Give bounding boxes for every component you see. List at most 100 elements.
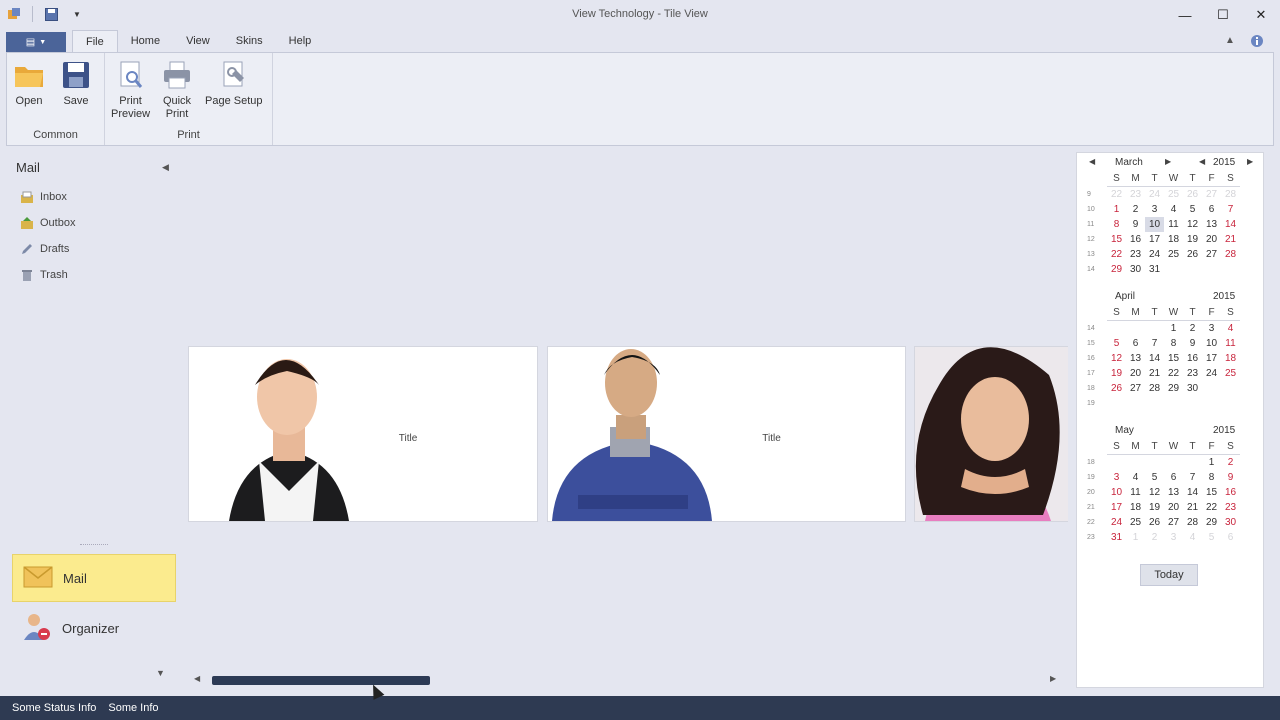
open-button[interactable]: Open (13, 59, 45, 108)
calendar-day[interactable]: 19 (1107, 366, 1126, 381)
collapse-ribbon-icon[interactable]: ▲ (1225, 35, 1235, 46)
calendar-day[interactable]: 13 (1202, 217, 1221, 232)
calendar-day[interactable]: 16 (1221, 485, 1240, 500)
calendar-day[interactable]: 14 (1221, 217, 1240, 232)
calendar-day[interactable]: 29 (1164, 381, 1183, 396)
calendar-day[interactable]: 26 (1183, 247, 1202, 262)
collapse-nav-icon[interactable]: ◀ (162, 162, 169, 173)
calendar-day[interactable]: 26 (1107, 381, 1126, 396)
calendar-day[interactable]: 30 (1183, 381, 1202, 396)
calendar-day[interactable]: 10 (1145, 217, 1164, 232)
calendar-day[interactable]: 21 (1145, 366, 1164, 381)
calendar-day[interactable]: 28 (1145, 381, 1164, 396)
calendar-day[interactable]: 3 (1202, 321, 1221, 336)
calendar-day[interactable]: 6 (1221, 530, 1240, 545)
calendar-day[interactable]: 15 (1202, 485, 1221, 500)
tab-help[interactable]: Help (276, 30, 325, 52)
scroll-left-icon[interactable]: ◀ (194, 674, 200, 683)
calendar-day[interactable]: 27 (1202, 247, 1221, 262)
calendar-day[interactable]: 22 (1107, 187, 1126, 202)
calendar-day[interactable]: 24 (1145, 247, 1164, 262)
tab-home[interactable]: Home (118, 30, 173, 52)
scrollbar-thumb[interactable] (212, 676, 430, 685)
calendar-day[interactable]: 7 (1145, 336, 1164, 351)
application-menu-button[interactable]: ▤ ▼ (6, 32, 66, 52)
calendar-day[interactable]: 2 (1145, 530, 1164, 545)
calendar-day[interactable]: 26 (1183, 187, 1202, 202)
calendar-day[interactable]: 27 (1126, 381, 1145, 396)
calendar-day[interactable]: 29 (1202, 515, 1221, 530)
calendar-day[interactable]: 20 (1126, 366, 1145, 381)
calendar-day[interactable]: 1 (1126, 530, 1145, 545)
calendar-day[interactable]: 22 (1202, 500, 1221, 515)
calendar-day[interactable]: 5 (1145, 470, 1164, 485)
calendar-day[interactable]: 11 (1164, 217, 1183, 232)
close-button[interactable]: ✕ (1242, 0, 1280, 30)
calendar-day[interactable]: 4 (1221, 321, 1240, 336)
quick-print-button[interactable]: Quick Print (161, 59, 193, 121)
next-year-icon[interactable]: ▶ (1247, 157, 1253, 166)
calendar-day[interactable]: 19 (1183, 232, 1202, 247)
calendar-day[interactable]: 1 (1164, 321, 1183, 336)
calendar-day[interactable]: 18 (1164, 232, 1183, 247)
calendar-day[interactable]: 23 (1126, 247, 1145, 262)
calendar-day[interactable]: 25 (1164, 247, 1183, 262)
calendar-day[interactable]: 5 (1202, 530, 1221, 545)
calendar-day[interactable]: 30 (1126, 262, 1145, 277)
calendar-day[interactable]: 23 (1183, 366, 1202, 381)
nav-item-drafts[interactable]: Drafts (20, 242, 69, 256)
nav-more-arrow-icon[interactable]: ▼ (156, 668, 165, 678)
calendar-day[interactable]: 12 (1145, 485, 1164, 500)
calendar-day[interactable]: 8 (1164, 336, 1183, 351)
info-icon[interactable] (1250, 34, 1264, 51)
maximize-button[interactable]: ☐ (1204, 0, 1242, 30)
calendar-day[interactable]: 30 (1221, 515, 1240, 530)
calendar-day[interactable]: 20 (1202, 232, 1221, 247)
calendar-day[interactable]: 24 (1202, 366, 1221, 381)
calendar-day[interactable]: 19 (1145, 500, 1164, 515)
calendar-day[interactable]: 10 (1107, 485, 1126, 500)
calendar-day[interactable]: 28 (1183, 515, 1202, 530)
calendar-day[interactable]: 20 (1164, 500, 1183, 515)
calendar-day[interactable]: 16 (1126, 232, 1145, 247)
calendar-day[interactable]: 25 (1126, 515, 1145, 530)
nav-group-organizer[interactable]: Organizer (12, 604, 176, 652)
calendar-day[interactable]: 6 (1164, 470, 1183, 485)
calendar-day[interactable]: 11 (1221, 336, 1240, 351)
nav-splitter-grip[interactable] (80, 544, 108, 547)
calendar-day[interactable]: 9 (1221, 470, 1240, 485)
calendar-day[interactable]: 4 (1126, 470, 1145, 485)
calendar-day[interactable]: 9 (1183, 336, 1202, 351)
calendar-day[interactable]: 3 (1145, 202, 1164, 217)
prev-year-icon[interactable]: ◀ (1199, 157, 1205, 166)
calendar-day[interactable]: 27 (1164, 515, 1183, 530)
calendar-day[interactable]: 28 (1221, 187, 1240, 202)
calendar-day[interactable]: 1 (1107, 202, 1126, 217)
nav-item-inbox[interactable]: Inbox (20, 190, 67, 204)
calendar-day[interactable]: 25 (1221, 366, 1240, 381)
tile[interactable]: Title (547, 346, 906, 522)
calendar-day[interactable]: 21 (1221, 232, 1240, 247)
calendar-day[interactable]: 2 (1221, 455, 1240, 470)
calendar-day[interactable]: 13 (1126, 351, 1145, 366)
calendar-day[interactable]: 15 (1107, 232, 1126, 247)
calendar-day[interactable]: 1 (1202, 455, 1221, 470)
page-setup-button[interactable]: Page Setup (205, 59, 263, 108)
calendar-day[interactable]: 16 (1183, 351, 1202, 366)
calendar-day[interactable]: 29 (1107, 262, 1126, 277)
today-button[interactable]: Today (1140, 564, 1198, 586)
calendar-day[interactable]: 3 (1107, 470, 1126, 485)
tab-file[interactable]: File (72, 30, 118, 52)
calendar-day[interactable]: 7 (1221, 202, 1240, 217)
calendar-day[interactable]: 17 (1107, 500, 1126, 515)
tile[interactable]: Title (188, 346, 538, 522)
calendar-day[interactable]: 5 (1107, 336, 1126, 351)
calendar-day[interactable]: 25 (1164, 187, 1183, 202)
calendar-day[interactable]: 2 (1183, 321, 1202, 336)
calendar-day[interactable]: 23 (1221, 500, 1240, 515)
calendar-day[interactable]: 14 (1183, 485, 1202, 500)
tab-skins[interactable]: Skins (223, 30, 276, 52)
calendar-day[interactable]: 18 (1221, 351, 1240, 366)
calendar-day[interactable]: 21 (1183, 500, 1202, 515)
calendar-day[interactable]: 12 (1183, 217, 1202, 232)
